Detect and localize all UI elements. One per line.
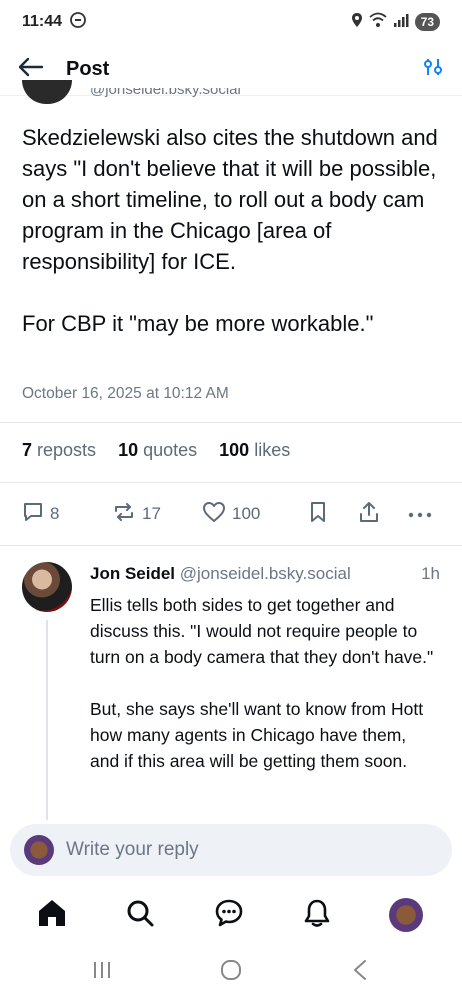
bell-icon [303,898,331,933]
home-circle-icon [219,958,243,987]
recents-button[interactable] [82,957,122,987]
tab-notifications[interactable] [297,895,337,935]
avatar [389,898,423,932]
author-avatar[interactable] [22,80,72,104]
tab-home[interactable] [32,895,72,935]
signal-icon [393,13,409,32]
chat-icon [214,898,244,933]
share-button[interactable] [358,501,380,528]
tab-search[interactable] [120,895,160,935]
reply-text: Ellis tells both sides to get together a… [90,595,434,771]
heart-icon [202,501,226,528]
home-icon [36,898,68,933]
avatar [24,835,54,865]
avatar[interactable] [22,562,72,612]
tab-chat[interactable] [209,895,249,935]
quotes-count: 10 [118,440,139,460]
tab-bar [0,885,462,945]
divider [0,545,462,546]
like-button[interactable]: 100 [202,501,260,528]
search-icon [125,898,155,933]
likes-count: 100 [219,440,250,460]
reply-icon [22,501,44,528]
thread-line [46,620,48,820]
repost-count: 17 [142,504,161,523]
chevron-left-icon [352,959,368,986]
reply-author[interactable]: Jon Seidel [90,564,175,583]
reply-button[interactable]: 8 [22,501,59,528]
tab-profile[interactable] [386,895,426,935]
status-time: 11:44 [22,13,63,30]
status-right: 73 [351,12,440,33]
reposts-count: 7 [22,440,33,460]
divider [0,422,462,423]
likes-stat[interactable]: 100 likes [219,440,290,461]
back-nav-button[interactable] [340,957,380,987]
wifi-icon [369,12,387,33]
status-left: 11:44 [22,11,86,33]
reposts-stat[interactable]: 7 reposts [22,440,96,461]
reply-time: 1h [421,564,440,583]
post-date: October 16, 2025 at 10:12 AM [22,385,229,402]
composer-placeholder: Write your reply [66,839,199,860]
back-arrow-icon[interactable] [18,57,44,82]
reply-header: Jon Seidel @jonseidel.bsky.social 1h [90,564,450,584]
home-nav-button[interactable] [211,957,251,987]
battery-indicator: 73 [414,13,440,31]
author-handle-clipped[interactable]: @jonseidel.bsky.social [90,88,241,98]
reposts-label: reposts [37,440,97,460]
quotes-stat[interactable]: 10 quotes [118,440,197,461]
post-actions: 8 17 100 [22,497,442,531]
ellipsis-icon [408,504,432,524]
thread-settings-icon[interactable] [422,57,444,82]
post-text: Skedzielewski also cites the shutdown an… [22,125,438,336]
bookmark-button[interactable] [308,501,328,528]
post-stats: 7 reposts 10 quotes 100 likes [22,440,290,461]
more-options-button[interactable] [408,504,432,524]
system-nav-bar [0,945,462,1000]
quotes-label: quotes [143,440,198,460]
status-bar: 11:44 73 [0,0,462,44]
share-icon [358,501,380,528]
bookmark-icon [308,501,328,528]
likes-label: likes [254,440,291,460]
divider [0,482,462,483]
recents-icon [91,960,113,985]
reply-handle[interactable]: @jonseidel.bsky.social [180,564,351,583]
location-icon [351,12,363,33]
repost-icon [112,501,136,528]
reply-composer[interactable]: Write your reply [10,824,452,876]
do-not-disturb-icon [70,11,86,33]
page-title: Post [66,58,110,80]
repost-button[interactable]: 17 [112,501,161,528]
reply-count: 8 [50,504,60,523]
like-count: 100 [232,504,261,523]
